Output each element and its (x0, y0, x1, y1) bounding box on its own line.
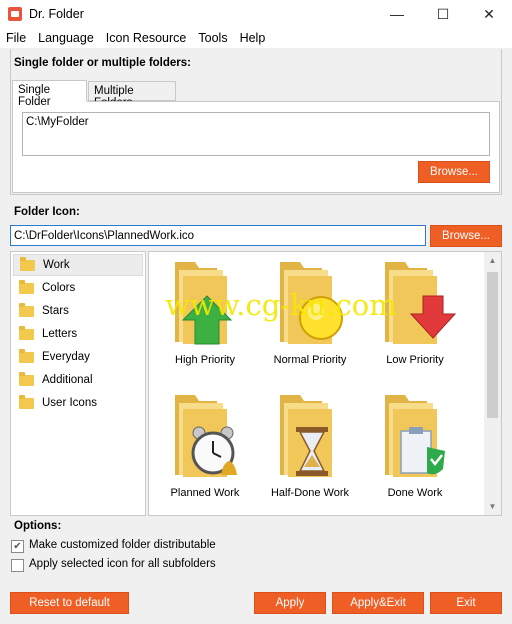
folder-icon (19, 279, 34, 294)
category-user-icons[interactable]: User Icons (13, 392, 143, 414)
scroll-down-icon[interactable]: ▼ (484, 498, 501, 515)
watermark: www.cg-ku.com (165, 288, 397, 322)
category-label: Additional (42, 374, 93, 386)
category-label: Everyday (42, 351, 90, 363)
icon-path-input[interactable] (10, 225, 426, 246)
browse-folder-button[interactable]: Browse... (418, 161, 490, 183)
tab-single-folder[interactable]: Single Folder (12, 80, 87, 108)
exit-button[interactable]: Exit (430, 592, 502, 614)
folder-icon (19, 302, 34, 317)
menu-file[interactable]: File (0, 31, 32, 45)
folder-hourglass-icon (280, 395, 332, 477)
category-label: Stars (42, 305, 69, 317)
scroll-up-icon[interactable]: ▲ (484, 252, 501, 269)
category-label: User Icons (42, 397, 97, 409)
menu-tools[interactable]: Tools (192, 31, 233, 45)
checkmark-icon: ✔ (13, 541, 22, 552)
icon-label: Done Work (387, 487, 443, 499)
folder-icon (19, 325, 34, 340)
reset-button[interactable]: Reset to default (10, 592, 129, 614)
folder-icon (19, 348, 34, 363)
title-bar: Dr. Folder — ☐ ✕ (0, 0, 512, 28)
category-label: Work (43, 259, 70, 271)
category-label: Colors (42, 282, 76, 294)
icon-label: Normal Priority (273, 354, 347, 366)
category-label: Letters (42, 328, 78, 340)
app-icon (8, 7, 22, 21)
icon-grid-scrollbar[interactable]: ▲ ▼ (484, 252, 501, 515)
category-letters[interactable]: Letters (13, 323, 143, 345)
icon-label: High Priority (175, 354, 235, 366)
distributable-checkbox[interactable]: ✔ (11, 540, 24, 553)
icon-label: Planned Work (170, 487, 240, 499)
options-heading: Options: (14, 520, 62, 532)
menu-language[interactable]: Language (32, 31, 100, 45)
category-stars[interactable]: Stars (13, 300, 143, 322)
close-button[interactable]: ✕ (466, 0, 512, 28)
apply-exit-button[interactable]: Apply&Exit (332, 592, 424, 614)
target-heading: Single folder or multiple folders: (14, 57, 191, 69)
folder-icon (20, 256, 35, 271)
browse-icon-button[interactable]: Browse... (430, 225, 502, 247)
menu-icon-resource[interactable]: Icon Resource (100, 31, 193, 45)
category-list: Work Colors Stars Letters Everyday Addit… (10, 251, 146, 516)
folder-icon-heading: Folder Icon: (14, 206, 80, 218)
icon-label: Low Priority (386, 354, 444, 366)
distributable-label: Make customized folder distributable (29, 539, 216, 551)
category-work[interactable]: Work (13, 254, 143, 276)
tab-multiple-folders[interactable]: Multiple Folders (88, 81, 176, 109)
minimize-button[interactable]: — (374, 0, 420, 28)
icon-label: Half-Done Work (270, 487, 350, 499)
window-title: Dr. Folder (29, 7, 84, 21)
menu-help[interactable]: Help (234, 31, 272, 45)
subfolders-checkbox[interactable] (11, 559, 24, 572)
folder-path-field[interactable]: C:\MyFolder (22, 112, 490, 156)
menu-bar: File Language Icon Resource Tools Help (0, 28, 512, 48)
apply-button[interactable]: Apply (254, 592, 326, 614)
folder-icon (19, 371, 34, 386)
icon-done-work[interactable]: Done Work (361, 389, 469, 515)
category-everyday[interactable]: Everyday (13, 346, 143, 368)
folder-clipboard-check-icon (385, 395, 445, 477)
scroll-thumb[interactable] (487, 272, 498, 418)
icon-half-done-work[interactable]: Half-Done Work (256, 389, 364, 515)
category-additional[interactable]: Additional (13, 369, 143, 391)
category-colors[interactable]: Colors (13, 277, 143, 299)
icon-planned-work[interactable]: Planned Work (151, 389, 259, 515)
folder-alarm-clock-icon (175, 395, 237, 477)
maximize-button[interactable]: ☐ (420, 0, 466, 28)
subfolders-label: Apply selected icon for all subfolders (29, 558, 216, 570)
folder-icon (19, 394, 34, 409)
